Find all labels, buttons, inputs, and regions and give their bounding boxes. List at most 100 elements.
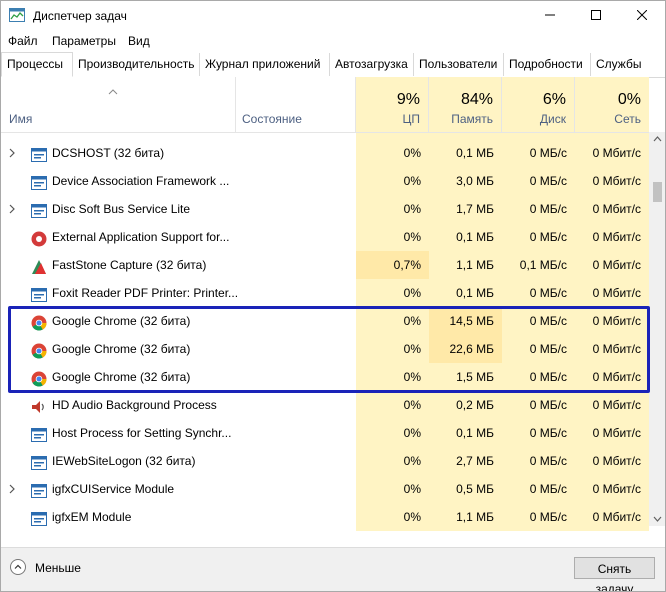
col-cpu-label: ЦП bbox=[402, 112, 420, 126]
expand-chevron-icon[interactable] bbox=[9, 204, 15, 214]
collapse-up-icon[interactable] bbox=[10, 559, 26, 575]
disk-cell: 0 МБ/с bbox=[502, 475, 575, 503]
disk-cell: 0,1 МБ/с bbox=[502, 251, 575, 279]
table-row[interactable]: Host Process for Setting Synchr... 0% 0,1 … bbox=[1, 419, 649, 447]
minimize-button[interactable] bbox=[527, 1, 573, 30]
table-row[interactable]: Foxit Reader PDF Printer: Printer... 0% 0,… bbox=[1, 279, 649, 307]
cpu-cell: 0% bbox=[356, 195, 429, 223]
memory-cell: 0,2 МБ bbox=[429, 391, 502, 419]
process-name: IEWebSiteLogon (32 бита) bbox=[52, 454, 196, 468]
app-window-icon bbox=[31, 453, 47, 470]
end-task-button[interactable]: Снять задачу bbox=[574, 557, 655, 591]
tab-users[interactable]: Пользователи bbox=[414, 53, 504, 76]
process-status-cell bbox=[236, 391, 356, 419]
table-row[interactable]: Device Association Framework ... 0% 3,0 МБ… bbox=[1, 167, 649, 195]
process-name: Device Association Framework ... bbox=[52, 174, 230, 188]
disk-cell: 0 МБ/с bbox=[502, 447, 575, 475]
process-status-cell bbox=[236, 195, 356, 223]
menu-options[interactable]: Параметры bbox=[52, 34, 116, 48]
cpu-cell: 0% bbox=[356, 279, 429, 307]
fewer-details-link[interactable]: Меньше bbox=[35, 561, 81, 575]
process-name: Host Process for Setting Synchr... bbox=[52, 426, 232, 440]
process-name-cell: igfxCUIService Module bbox=[1, 475, 236, 503]
table-row[interactable]: igfxEM Module 0% 1,1 МБ 0 МБ/с 0 Мбит/с bbox=[1, 503, 649, 531]
title-bar: Диспетчер задач bbox=[1, 1, 665, 30]
process-name: DCSHOST (32 бита) bbox=[52, 146, 165, 160]
menu-view[interactable]: Вид bbox=[128, 34, 150, 48]
memory-cell: 1,1 МБ bbox=[429, 503, 502, 531]
process-name-cell: Host Process for Setting Synchr... bbox=[1, 419, 236, 447]
disk-cell: 0 МБ/с bbox=[502, 139, 575, 167]
tab-services[interactable]: Службы bbox=[591, 53, 649, 76]
process-status-cell bbox=[236, 251, 356, 279]
table-row[interactable]: HD Audio Background Process 0% 0,2 МБ 0 МБ/… bbox=[1, 391, 649, 419]
network-cell: 0 Мбит/с bbox=[575, 195, 649, 223]
process-name: External Application Support for... bbox=[52, 230, 230, 244]
process-name-cell: igfxEM Module bbox=[1, 503, 236, 531]
cpu-cell: 0% bbox=[356, 167, 429, 195]
expand-chevron-icon[interactable] bbox=[9, 148, 15, 158]
app-window-icon bbox=[31, 509, 47, 526]
tab-app-history[interactable]: Журнал приложений bbox=[200, 53, 330, 76]
window-title: Диспетчер задач bbox=[33, 9, 127, 23]
scrollbar-thumb[interactable] bbox=[653, 182, 662, 202]
process-status-cell bbox=[236, 503, 356, 531]
app-window-icon bbox=[31, 173, 47, 190]
table-row[interactable]: External Application Support for... 0% 0,1… bbox=[1, 223, 649, 251]
table-row[interactable]: FastStone Capture (32 бита) 0,7% 1,1 МБ 0,1… bbox=[1, 251, 649, 279]
memory-cell: 0,1 МБ bbox=[429, 279, 502, 307]
disk-cell: 0 МБ/с bbox=[502, 391, 575, 419]
expand-chevron-icon[interactable] bbox=[9, 484, 15, 494]
close-button[interactable] bbox=[619, 1, 665, 30]
cpu-cell: 0% bbox=[356, 391, 429, 419]
memory-cell: 2,7 МБ bbox=[429, 447, 502, 475]
process-status-cell bbox=[236, 279, 356, 307]
app-window-icon bbox=[31, 285, 47, 302]
tab-performance[interactable]: Производительность bbox=[73, 53, 200, 76]
tab-details[interactable]: Подробности bbox=[504, 53, 591, 76]
process-status-cell bbox=[236, 419, 356, 447]
process-name-cell: External Application Support for... bbox=[1, 223, 236, 251]
network-cell: 0 Мбит/с bbox=[575, 223, 649, 251]
disk-cell: 0 МБ/с bbox=[502, 195, 575, 223]
tab-bar: Процессы Производительность Журнал прило… bbox=[1, 52, 665, 78]
table-row[interactable]: DCSHOST (32 бита) 0% 0,1 МБ 0 МБ/с 0 Мбит/с bbox=[1, 139, 649, 167]
process-name-cell: Disc Soft Bus Service Lite bbox=[1, 195, 236, 223]
table-row[interactable]: IEWebSiteLogon (32 бита) 0% 2,7 МБ 0 МБ/с 0 … bbox=[1, 447, 649, 475]
scroll-up-icon[interactable] bbox=[653, 136, 662, 142]
task-manager-window: Диспетчер задач Файл Параметры Вид Проце… bbox=[0, 0, 666, 592]
memory-cell: 0,1 МБ bbox=[429, 419, 502, 447]
network-cell: 0 Мбит/с bbox=[575, 139, 649, 167]
process-name: HD Audio Background Process bbox=[52, 398, 217, 412]
col-disk-header[interactable]: 6% Диск bbox=[502, 77, 575, 132]
memory-cell: 0,1 МБ bbox=[429, 139, 502, 167]
cpu-cell: 0% bbox=[356, 475, 429, 503]
cpu-cell: 0% bbox=[356, 419, 429, 447]
tab-startup[interactable]: Автозагрузка bbox=[330, 53, 414, 76]
col-disk-label: Диск bbox=[539, 112, 566, 126]
col-cpu-header[interactable]: 9% ЦП bbox=[356, 77, 429, 132]
table-row[interactable]: igfxCUIService Module 0% 0,5 МБ 0 МБ/с 0 Мби… bbox=[1, 475, 649, 503]
cpu-cell: 0% bbox=[356, 223, 429, 251]
col-memory-header[interactable]: 84% Память bbox=[429, 77, 502, 132]
memory-cell: 1,1 МБ bbox=[429, 251, 502, 279]
process-name-cell: HD Audio Background Process bbox=[1, 391, 236, 419]
app-window-icon bbox=[31, 425, 47, 442]
maximize-button[interactable] bbox=[573, 1, 619, 30]
memory-cell: 0,1 МБ bbox=[429, 223, 502, 251]
menu-file[interactable]: Файл bbox=[8, 34, 38, 48]
close-icon bbox=[636, 9, 648, 21]
faststone-icon bbox=[31, 257, 47, 274]
vertical-scrollbar[interactable] bbox=[649, 132, 665, 526]
process-name-cell: IEWebSiteLogon (32 бита) bbox=[1, 447, 236, 475]
process-name: Foxit Reader PDF Printer: Printer... bbox=[52, 286, 239, 300]
app-window-icon bbox=[31, 145, 47, 162]
col-name-header[interactable]: Имя bbox=[1, 77, 236, 132]
col-network-header[interactable]: 0% Сеть bbox=[575, 77, 649, 132]
table-row[interactable]: Disc Soft Bus Service Lite 0% 1,7 МБ 0 МБ/с… bbox=[1, 195, 649, 223]
scroll-down-icon[interactable] bbox=[653, 516, 662, 522]
tab-processes[interactable]: Процессы bbox=[1, 52, 73, 77]
col-status-header[interactable]: Состояние bbox=[236, 77, 356, 132]
memory-total-percent: 84% bbox=[460, 91, 493, 108]
task-manager-icon bbox=[9, 8, 25, 22]
